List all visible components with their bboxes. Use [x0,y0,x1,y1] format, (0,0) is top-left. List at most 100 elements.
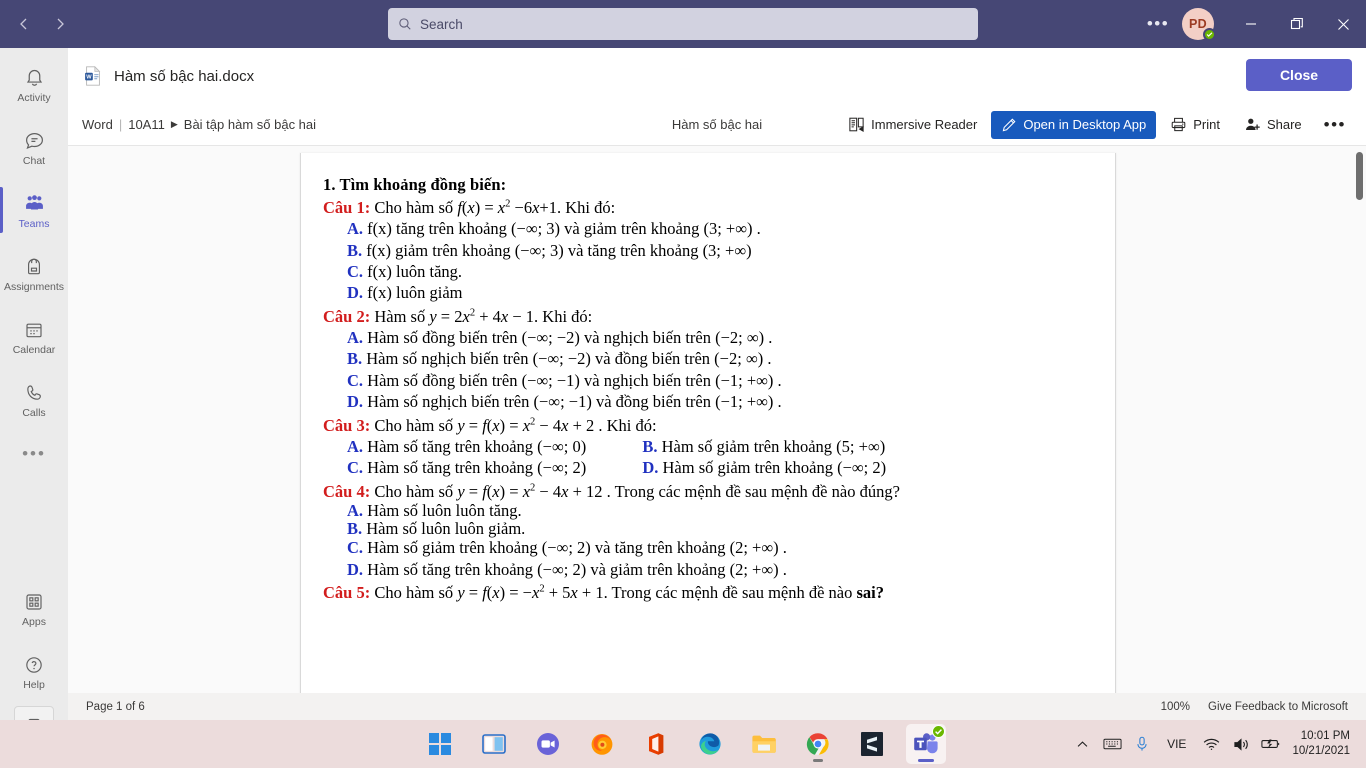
sidebar-item-calls[interactable]: Calls [0,372,68,426]
microsoft-edge-icon[interactable] [690,724,730,764]
touch-keyboard-icon[interactable] [1097,720,1127,768]
feedback-link[interactable]: Give Feedback to Microsoft [1208,701,1348,713]
microsoft-teams-icon[interactable] [906,724,946,764]
back-button[interactable] [8,8,40,40]
question-text-pre: Cho hàm số [374,198,458,217]
document-toolbar: Word | 10A11 ▶ Bài tập hàm số bậc hai Hà… [68,104,1366,146]
option-text: Hàm số luôn luôn tăng. [367,500,522,520]
option-letter: B. [642,436,658,456]
teams-window: Search ••• PD Activity Chat Teams Assign… [0,0,1366,768]
wifi-icon[interactable] [1196,720,1226,768]
option-row: C. Hàm số đồng biến trên (−∞; −1) và ngh… [347,370,1089,391]
option-row: D. f(x) luôn giảm [347,282,1089,303]
svg-text:W: W [86,75,92,81]
clock[interactable]: 10:01 PM 10/21/2021 [1286,729,1356,759]
sublime-text-icon[interactable] [852,724,892,764]
sidebar-item-label: Calls [22,406,46,419]
language-indicator[interactable]: VIE [1157,737,1196,751]
question-stem: Câu 4: Cho hàm số y = f(x) = x2 − 4x + 1… [323,481,1089,502]
breadcrumb-channel[interactable]: Bài tập hàm số bậc hai [184,117,316,132]
option-letter: B. [347,349,363,369]
page-title: Hàm số bậc hai.docx [114,67,255,85]
sidebar-item-label: Chat [22,154,46,167]
print-button[interactable]: Print [1160,111,1230,139]
start-windows-icon[interactable] [420,724,460,764]
battery-charging-icon[interactable] [1256,720,1286,768]
sidebar-item-label: Calendar [12,343,56,356]
sidebar-item-chat[interactable]: Chat [0,120,68,174]
breadcrumb-separator: | [118,117,123,132]
sidebar-item-label: Apps [22,615,46,628]
option-text: f(x) luôn giảm [367,283,463,303]
running-indicator [813,759,823,762]
breadcrumb-app[interactable]: Word [82,117,113,132]
sidebar-item-help[interactable]: Help [0,644,68,698]
option-row: A. f(x) tăng trên khoảng (−∞; 3) và giảm… [347,218,1089,239]
question-text-post: . Khi đó: [594,415,657,435]
option-text: Hàm số giảm trên khoảng (−∞; 2) [662,458,887,478]
sidebar-item-calendar[interactable]: Calendar [0,309,68,363]
settings-more-button[interactable]: ••• [1142,8,1174,40]
search-placeholder: Search [420,16,463,32]
question-stem: Câu 1: Cho hàm số f(x) = x2 −6x+1. Khi đ… [323,197,1089,218]
toolbar-actions: Immersive Reader Open in Desktop App Pri… [838,110,1366,139]
question-text-pre: Cho hàm số [374,415,458,435]
show-hidden-icons-button[interactable] [1067,720,1097,768]
option-text: Hàm số tăng trên khoảng (−∞; 2) [367,458,587,478]
minimize-button[interactable] [1228,0,1274,48]
question-text-pre: Hàm số [374,306,430,326]
task-view-icon[interactable] [474,724,514,764]
breadcrumb: Word | 10A11 ▶ Bài tập hàm số bậc hai [82,117,316,132]
windows-taskbar: VIE 10:01 PM 10/21/2021 [0,720,1366,768]
microphone-icon[interactable] [1127,720,1157,768]
toolbar-overflow-button[interactable]: ••• [1316,111,1354,139]
office-icon[interactable] [636,724,676,764]
sidebar-item-teams[interactable]: Teams [0,183,68,237]
option-row: A. Hàm số đồng biến trên (−∞; −2) và ngh… [347,327,1089,348]
avatar[interactable]: PD [1182,8,1216,41]
zoom-level[interactable]: 100% [1161,701,1190,713]
option-letter: C. [347,261,364,281]
backpack-icon [24,254,44,280]
option-row: B. Hàm số nghịch biến trên (−∞; −2) và đ… [347,348,1089,369]
firefox-icon[interactable] [582,724,622,764]
forward-button[interactable] [44,8,76,40]
file-explorer-icon[interactable] [744,724,784,764]
share-button[interactable]: Share [1234,111,1312,139]
status-bar: Page 1 of 6 100% Give Feedback to Micros… [68,693,1366,720]
title-bar: Search ••• PD [0,0,1366,48]
titlebar-right: ••• PD [1142,0,1366,48]
question-formula: y = f(x) = x2 − 4x + 2 [457,415,595,435]
sidebar-item-assignments[interactable]: Assignments [0,246,68,300]
option-letter: A. [347,500,364,520]
maximize-button[interactable] [1274,0,1320,48]
search-input[interactable]: Search [388,8,978,40]
question-formula: y = f(x) = −x2 + 5x + 1 [457,583,604,603]
question-stem: Câu 2: Hàm số y = 2x2 + 4x − 1. Khi đó: [323,306,1089,327]
scrollbar-thumb[interactable] [1356,152,1363,200]
vertical-scrollbar[interactable] [1356,152,1363,692]
sidebar-item-activity[interactable]: Activity [0,57,68,111]
question-formula: y = 2x2 + 4x − 1 [429,306,535,326]
close-window-button[interactable] [1320,0,1366,48]
immersive-reader-button[interactable]: Immersive Reader [838,111,987,139]
breadcrumb-team[interactable]: 10A11 [128,117,165,132]
system-tray: VIE 10:01 PM 10/21/2021 [1067,720,1366,768]
open-in-desktop-app-button[interactable]: Open in Desktop App [991,110,1157,139]
sidebar-more-button[interactable]: ••• [0,434,68,474]
search-container[interactable]: Search [388,8,978,40]
zoom-meetings-icon[interactable] [528,724,568,764]
close-button[interactable]: Close [1246,59,1352,91]
question-text-post: . Khi đó: [534,306,593,326]
speaker-icon[interactable] [1226,720,1256,768]
taskbar-apps [420,724,946,764]
word-document-icon: W [82,65,104,87]
document-section-title: 1. Tìm khoảng đồng biến: [323,175,507,194]
option-letter: D. [347,559,364,579]
sidebar-item-label: Help [23,678,45,691]
google-chrome-icon[interactable] [798,724,838,764]
question-text-post: . Trong các mệnh đề sau mệnh đề nào đúng… [602,481,900,501]
sidebar-item-apps[interactable]: Apps [0,581,68,635]
question-text-post: . Trong các mệnh đề sau mệnh đề nào [603,583,857,603]
question-stem: Câu 3: Cho hàm số y = f(x) = x2 − 4x + 2… [323,415,1089,436]
